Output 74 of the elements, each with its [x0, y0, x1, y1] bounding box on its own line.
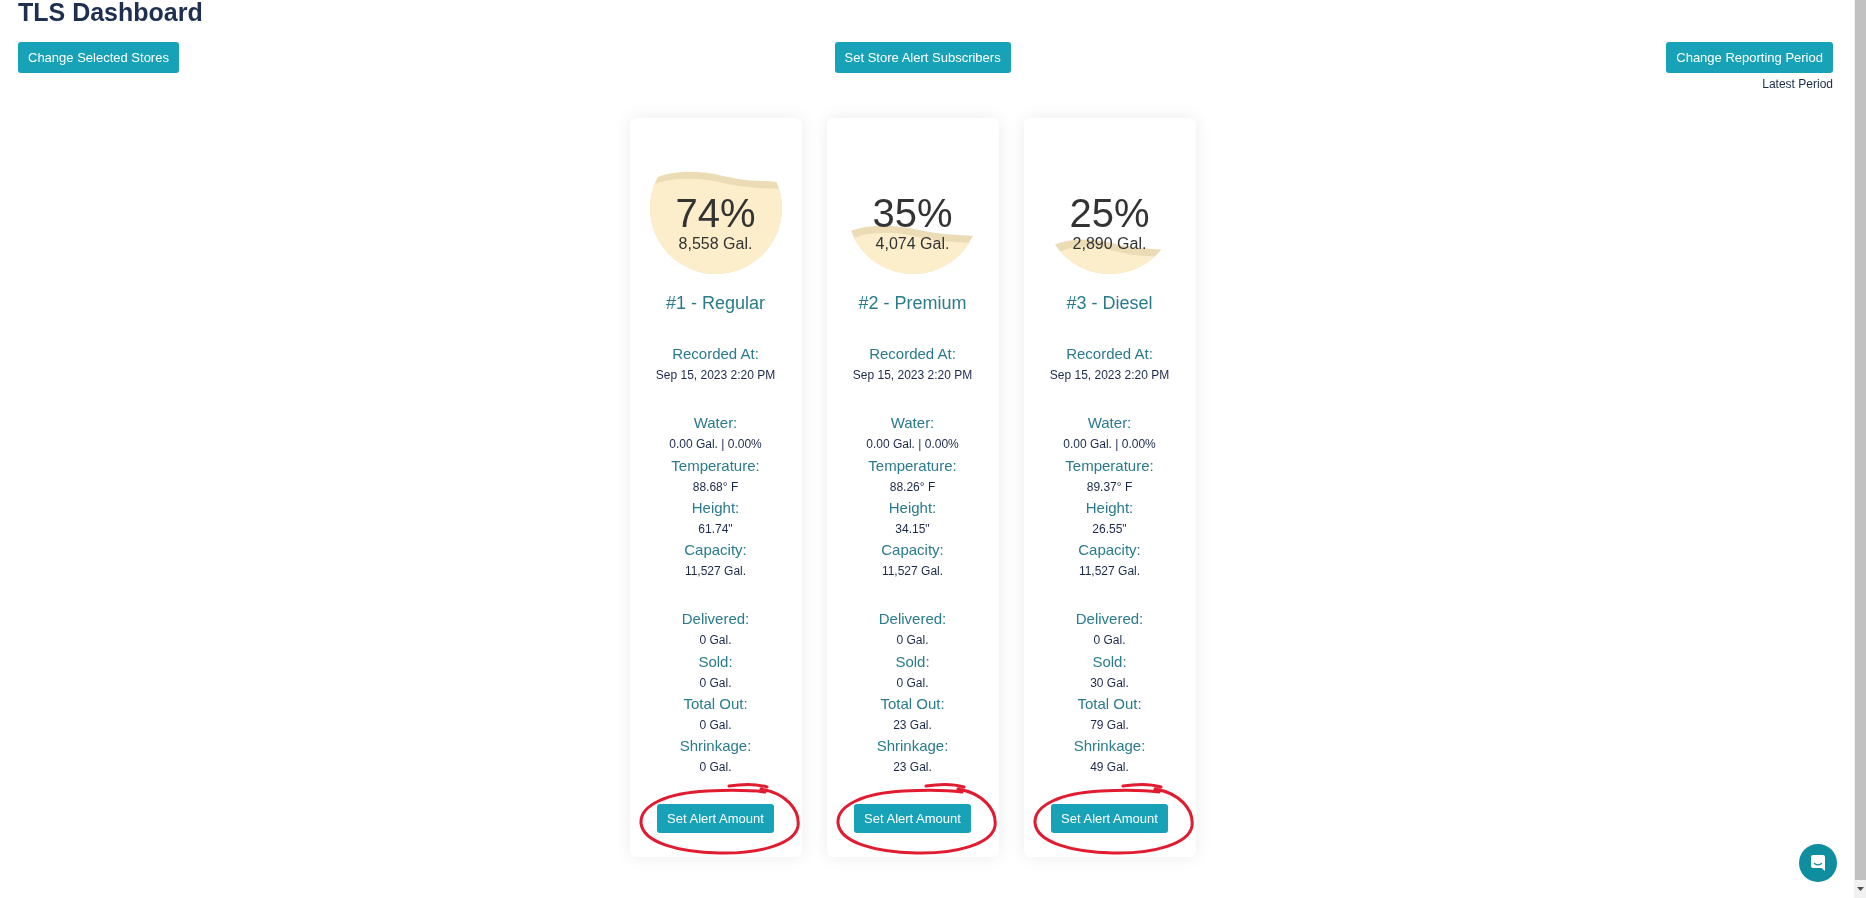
- field-label: Height:: [1085, 497, 1134, 518]
- field-value: 61.74": [698, 520, 733, 538]
- field-value: 89.37° F: [1086, 478, 1133, 496]
- field-label: Water:: [1087, 413, 1132, 434]
- tank-name: #1 - Regular: [665, 292, 766, 315]
- set-alert-amount-button[interactable]: Set Alert Amount: [854, 803, 971, 833]
- field-label: Delivered:: [681, 609, 750, 630]
- field-label: Height:: [691, 497, 740, 518]
- field-value: 26.55": [1092, 520, 1127, 538]
- field-value: Sep 15, 2023 2:20 PM: [655, 367, 776, 384]
- field-value: 34.15": [895, 520, 930, 538]
- field-value: 0 Gal.: [896, 632, 929, 650]
- field-value: Sep 15, 2023 2:20 PM: [1049, 367, 1170, 384]
- field-value: 11,527 Gal.: [881, 563, 944, 581]
- field-value: 30 Gal.: [1090, 674, 1129, 692]
- field-label: Total Out:: [880, 694, 945, 715]
- field-value: 23 Gal.: [893, 717, 932, 735]
- field-value: 0.00 Gal. | 0.00%: [1063, 436, 1156, 454]
- fill-gallons: 2,890 Gal.: [1072, 234, 1147, 254]
- field-value: 23 Gal.: [893, 759, 932, 777]
- caret-down-icon[interactable]: [1856, 887, 1864, 891]
- field-value: 0 Gal.: [1093, 632, 1126, 650]
- field-value: 49 Gal.: [1090, 759, 1129, 777]
- field-value: 0 Gal.: [699, 674, 732, 692]
- field-value: 79 Gal.: [1090, 717, 1129, 735]
- field-value: 0 Gal.: [699, 632, 732, 650]
- set-alert-amount-button[interactable]: Set Alert Amount: [1051, 803, 1168, 833]
- field-value: Sep 15, 2023 2:20 PM: [852, 367, 973, 384]
- change-stores-button[interactable]: Change Selected Stores: [18, 42, 179, 73]
- field-label: Delivered:: [1075, 609, 1144, 630]
- field-value: 88.26° F: [889, 478, 936, 496]
- field-label: Capacity:: [881, 540, 944, 561]
- field-label: Temperature:: [1065, 455, 1154, 476]
- field-value: 11,527 Gal.: [684, 563, 747, 581]
- field-value: 0 Gal.: [896, 674, 929, 692]
- fill-gallons: 8,558 Gal.: [678, 234, 753, 254]
- period-label: Latest Period: [1762, 77, 1833, 92]
- field-value: 0 Gal.: [699, 759, 732, 777]
- field-label: Capacity:: [684, 540, 747, 561]
- field-label: Water:: [890, 413, 935, 434]
- field-label: Recorded At:: [672, 344, 759, 364]
- field-label: Water:: [693, 413, 738, 434]
- field-label: Shrinkage:: [876, 736, 949, 757]
- field-label: Sold:: [1092, 651, 1127, 672]
- field-label: Total Out:: [1077, 694, 1142, 715]
- set-alert-amount-button[interactable]: Set Alert Amount: [657, 803, 774, 833]
- fill-percent: 74%: [675, 190, 756, 236]
- field-value: 0.00 Gal. | 0.00%: [866, 436, 959, 454]
- fill-gallons: 4,074 Gal.: [875, 234, 950, 254]
- field-label: Temperature:: [868, 455, 957, 476]
- field-label: Sold:: [895, 651, 930, 672]
- field-value: 11,527 Gal.: [1078, 563, 1141, 581]
- reporting-period-button[interactable]: Change Reporting Period: [1666, 42, 1833, 73]
- field-value: 0.00 Gal. | 0.00%: [669, 436, 762, 454]
- chat-icon: [1810, 854, 1826, 872]
- tank-name: #3 - Diesel: [1066, 292, 1153, 315]
- field-label: Sold:: [698, 651, 733, 672]
- field-value: 88.68° F: [692, 478, 739, 496]
- page-title: TLS Dashboard: [18, 0, 203, 26]
- field-value: 0 Gal.: [699, 717, 732, 735]
- field-label: Recorded At:: [1066, 344, 1153, 364]
- field-label: Height:: [888, 497, 937, 518]
- field-label: Shrinkage:: [1073, 736, 1146, 757]
- fill-percent: 25%: [1069, 190, 1150, 236]
- field-label: Temperature:: [671, 455, 760, 476]
- field-label: Delivered:: [878, 609, 947, 630]
- field-label: Total Out:: [683, 694, 748, 715]
- field-label: Shrinkage:: [679, 736, 752, 757]
- field-label: Capacity:: [1078, 540, 1141, 561]
- tank-name: #2 - Premium: [858, 292, 967, 315]
- field-label: Recorded At:: [869, 344, 956, 364]
- alert-subscribers-button[interactable]: Set Store Alert Subscribers: [834, 42, 1011, 73]
- fill-percent: 35%: [872, 190, 953, 236]
- chat-button[interactable]: [1799, 844, 1837, 882]
